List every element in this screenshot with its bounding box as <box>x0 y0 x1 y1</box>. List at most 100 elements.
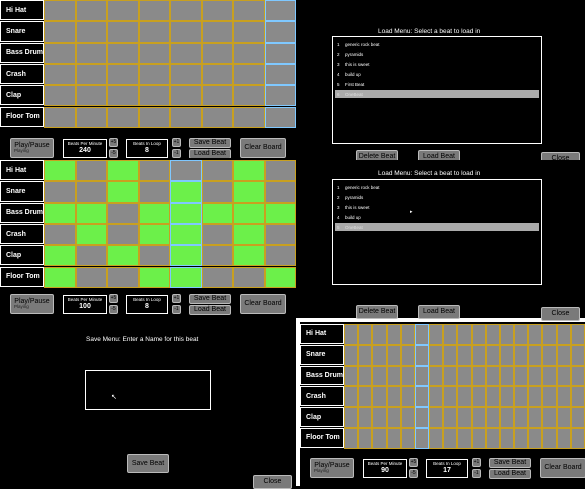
beat-cell[interactable] <box>264 63 296 86</box>
beat-cell[interactable] <box>201 245 233 267</box>
beat-cell[interactable] <box>514 386 529 408</box>
beat-cell[interactable] <box>75 160 107 182</box>
beat-cell[interactable] <box>400 428 415 449</box>
beat-cell[interactable] <box>107 266 139 288</box>
beat-cell[interactable] <box>514 365 529 387</box>
beat-cell[interactable] <box>372 407 387 428</box>
beat-cell-active[interactable] <box>170 181 202 203</box>
beat-cell[interactable] <box>528 386 543 408</box>
beat-cell[interactable] <box>457 386 472 408</box>
bpm-plus-button[interactable]: +5 <box>109 294 118 303</box>
clear-board-button[interactable]: Clear Board <box>240 294 286 314</box>
beat-cell[interactable] <box>372 324 387 345</box>
beat-cell[interactable] <box>358 428 373 449</box>
beat-cell[interactable] <box>44 63 76 86</box>
loop-plus-button[interactable]: +1 <box>472 458 481 467</box>
beat-cell[interactable] <box>201 42 233 64</box>
beat-cell[interactable] <box>528 344 543 366</box>
beat-cell[interactable] <box>570 365 585 387</box>
beat-cell[interactable] <box>138 0 170 22</box>
beat-cell[interactable] <box>414 365 430 387</box>
beat-cell[interactable] <box>386 428 401 449</box>
beat-cell-active[interactable] <box>201 202 233 224</box>
beat-cell[interactable] <box>471 324 486 345</box>
beat-cell-active[interactable] <box>107 181 139 203</box>
beat-cell[interactable] <box>138 42 170 64</box>
beat-cell[interactable] <box>556 365 571 387</box>
beat-cell[interactable] <box>233 85 265 107</box>
beat-cell[interactable] <box>107 223 139 246</box>
bpm-minus-button[interactable]: -5 <box>109 305 118 314</box>
beat-cell-active[interactable] <box>170 266 202 288</box>
beat-cell[interactable] <box>499 386 515 408</box>
beat-cell-active[interactable] <box>170 245 202 267</box>
play-pause-button[interactable]: Play/Pause Playing <box>10 294 54 314</box>
beat-cell[interactable] <box>138 181 170 203</box>
beat-cell-active[interactable] <box>44 202 76 224</box>
beat-cell[interactable] <box>75 245 107 267</box>
beat-cell-active[interactable] <box>170 202 202 224</box>
beat-cell[interactable] <box>107 106 139 128</box>
beat-cell[interactable] <box>75 181 107 203</box>
beat-cell[interactable] <box>138 106 170 128</box>
beat-cell-active[interactable] <box>264 266 296 288</box>
beat-cell[interactable] <box>542 365 557 387</box>
beat-cell[interactable] <box>201 181 233 203</box>
beat-cell[interactable] <box>485 386 500 408</box>
close-button[interactable]: Close <box>253 475 292 489</box>
beat-list-item[interactable]: 3 this is sweet <box>335 203 539 211</box>
loop-minus-button[interactable]: -1 <box>472 469 481 478</box>
beat-cell[interactable] <box>499 344 515 366</box>
beat-cell[interactable] <box>344 365 359 387</box>
beat-cell[interactable] <box>201 63 233 86</box>
beat-cell[interactable] <box>75 106 107 128</box>
beat-list[interactable]: 1 generic rock beat 2 pyramids 3 this is swee… <box>332 179 542 285</box>
beat-cell[interactable] <box>264 106 296 128</box>
beat-cell[interactable] <box>170 21 202 43</box>
beat-cell[interactable] <box>570 324 585 345</box>
beat-cell[interactable] <box>264 21 296 43</box>
beat-cell[interactable] <box>170 63 202 86</box>
beat-cell[interactable] <box>201 21 233 43</box>
beat-cell[interactable] <box>344 407 359 428</box>
clear-board-button[interactable]: Clear Board <box>240 138 286 158</box>
beat-cell[interactable] <box>443 386 458 408</box>
beat-cell[interactable] <box>414 407 430 428</box>
beat-cell-active[interactable] <box>44 160 76 182</box>
beat-cell[interactable] <box>386 344 401 366</box>
beat-cell[interactable] <box>75 0 107 22</box>
beat-cell[interactable] <box>107 42 139 64</box>
beat-cell[interactable] <box>138 245 170 267</box>
beat-cell[interactable] <box>201 266 233 288</box>
beat-list-item[interactable]: 5 OneBeat <box>335 223 539 231</box>
save-beat-button[interactable]: Save Beat <box>189 138 231 148</box>
beat-cell[interactable] <box>386 407 401 428</box>
beat-cell[interactable] <box>386 386 401 408</box>
beat-cell[interactable] <box>457 428 472 449</box>
beat-cell[interactable] <box>138 160 170 182</box>
beat-cell[interactable] <box>386 365 401 387</box>
beat-cell[interactable] <box>499 324 515 345</box>
beat-cell-active[interactable] <box>233 223 265 246</box>
load-beat-button[interactable]: Load Beat <box>189 305 231 315</box>
beat-cell[interactable] <box>233 266 265 288</box>
beat-list-item[interactable]: 5 First Beat <box>335 80 539 88</box>
beat-cell-active[interactable] <box>170 223 202 246</box>
load-beat-button[interactable]: Load Beat <box>418 305 460 319</box>
beat-cell[interactable] <box>233 21 265 43</box>
beat-cell[interactable] <box>75 85 107 107</box>
beat-cell[interactable] <box>457 407 472 428</box>
beat-cell[interactable] <box>138 63 170 86</box>
beat-cell[interactable] <box>443 365 458 387</box>
beat-list-item[interactable]: 1 generic rock beat <box>335 183 539 191</box>
save-beat-button[interactable]: Save Beat <box>127 454 169 473</box>
beat-cell[interactable] <box>75 42 107 64</box>
beat-list-item[interactable]: 4 build up <box>335 213 539 221</box>
clear-board-button[interactable]: Clear Board <box>540 458 585 478</box>
beat-cell[interactable] <box>44 85 76 107</box>
beat-cell[interactable] <box>233 106 265 128</box>
beat-cell[interactable] <box>457 324 472 345</box>
beat-cell[interactable] <box>528 365 543 387</box>
beat-cell-active[interactable] <box>233 181 265 203</box>
beat-cell[interactable] <box>344 324 359 345</box>
